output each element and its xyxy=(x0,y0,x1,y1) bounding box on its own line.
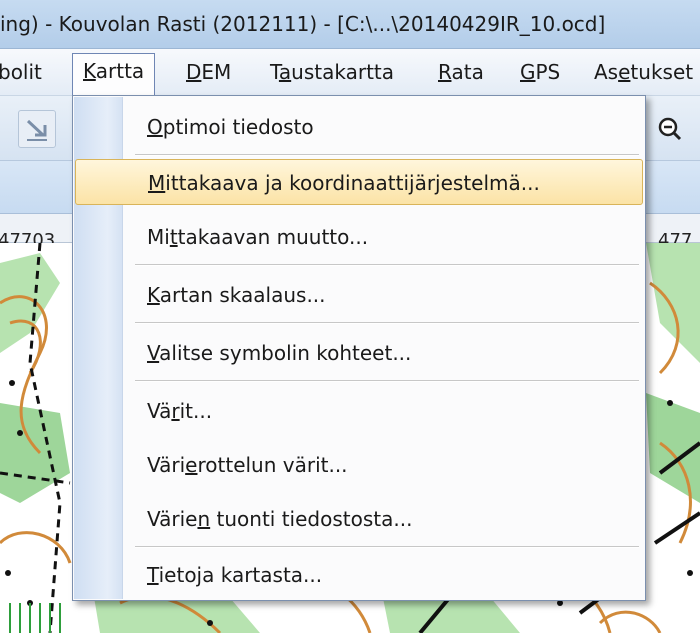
menu-separator xyxy=(135,154,639,156)
menu-separator xyxy=(135,546,639,548)
align-icon xyxy=(26,119,47,141)
window-titlebar: ing) - Kouvolan Rasti (2012111) - [C:\..… xyxy=(0,0,700,49)
menu-kartta[interactable]: Kartta xyxy=(72,53,156,95)
menu-separator xyxy=(135,322,639,324)
zoom-out-icon xyxy=(658,117,682,141)
menu-item-mittakaava-koordinaattijarjestelma[interactable]: Mittakaava ja koordinaattijärjestelmä... xyxy=(75,159,643,205)
kartta-dropdown-menu: Optimoi tiedosto Mittakaava ja koordinaa… xyxy=(72,95,646,601)
menu-dem[interactable]: DEM xyxy=(176,55,241,89)
menu-asetukset[interactable]: Asetukset xyxy=(584,55,700,89)
menubar: bolit Kartta DEM Taustakartta Rata GPS A… xyxy=(0,49,700,96)
menu-item-varien-tuonti-tiedostosta[interactable]: Värien tuonti tiedostosta... xyxy=(129,496,641,542)
menu-item-optimoi-tiedosto[interactable]: Optimoi tiedosto xyxy=(129,104,641,150)
menu-separator xyxy=(135,264,639,266)
zoom-out-button[interactable] xyxy=(652,110,690,148)
menu-item-varierottelun-varit[interactable]: Värierottelun värit... xyxy=(129,442,641,488)
menu-gps[interactable]: GPS xyxy=(510,55,570,89)
menu-item-varit[interactable]: Värit... xyxy=(129,388,641,434)
menu-taustakartta[interactable]: Taustakartta xyxy=(260,55,404,89)
window-title: ing) - Kouvolan Rasti (2012111) - [C:\..… xyxy=(0,12,606,36)
menu-item-mittakaavan-muutto[interactable]: Mittakaavan muutto... xyxy=(129,214,641,260)
menu-rata[interactable]: Rata xyxy=(428,55,494,89)
menu-item-valitse-symbolin-kohteet[interactable]: Valitse symbolin kohteet... xyxy=(129,330,641,376)
menu-item-kartan-skaalaus[interactable]: Kartan skaalaus... xyxy=(129,272,641,318)
menu-symbolit[interactable]: bolit xyxy=(0,55,52,89)
align-tool-button[interactable] xyxy=(18,110,56,148)
menu-item-tietoja-kartasta[interactable]: Tietoja kartasta... xyxy=(129,552,641,598)
menu-separator xyxy=(135,380,639,382)
